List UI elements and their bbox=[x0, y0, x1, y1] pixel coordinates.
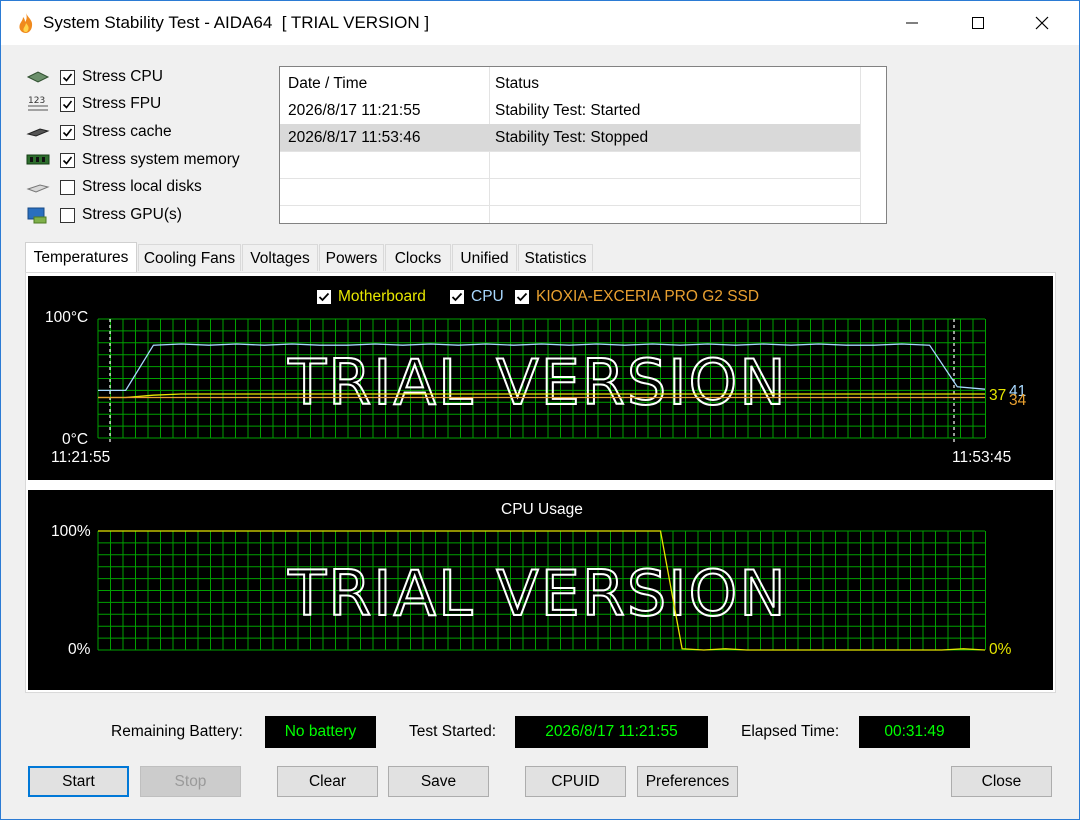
cpu-icon bbox=[25, 67, 51, 87]
stress-cpu-option[interactable]: Stress CPU bbox=[25, 64, 163, 90]
battery-label: Remaining Battery: bbox=[111, 723, 243, 740]
usage-end-value: 0% bbox=[989, 641, 1012, 658]
column-header-status[interactable]: Status bbox=[495, 67, 539, 97]
test-started-label: Test Started: bbox=[409, 723, 497, 740]
preferences-button[interactable]: Preferences bbox=[637, 766, 738, 797]
cache-icon bbox=[25, 122, 51, 142]
battery-value: No battery bbox=[265, 716, 376, 748]
stress-cpu-checkbox[interactable] bbox=[60, 69, 75, 85]
tab-unified[interactable]: Unified bbox=[452, 244, 517, 271]
disk-icon bbox=[25, 177, 51, 197]
save-button[interactable]: Save bbox=[388, 766, 489, 797]
event-log-list[interactable]: Date / Time Status 2026/8/17 11:21:55 St… bbox=[279, 66, 887, 224]
stress-fpu-option[interactable]: 123 Stress FPU bbox=[25, 91, 161, 117]
cpuid-button[interactable]: CPUID bbox=[525, 766, 626, 797]
tab-clocks[interactable]: Clocks bbox=[385, 244, 451, 271]
tab-powers[interactable]: Powers bbox=[319, 244, 384, 271]
clear-button[interactable]: Clear bbox=[277, 766, 378, 797]
log-datetime: 2026/8/17 11:53:46 bbox=[288, 129, 421, 146]
minimize-icon bbox=[906, 22, 918, 24]
maximize-button[interactable] bbox=[955, 1, 1001, 45]
window-title: System Stability Test - AIDA64 [ TRIAL V… bbox=[43, 13, 430, 32]
memory-icon bbox=[25, 150, 51, 170]
close-button[interactable]: Close bbox=[951, 766, 1052, 797]
cpu-usage-plot: TRIAL VERSION bbox=[97, 530, 986, 651]
stress-disks-option[interactable]: Stress local disks bbox=[25, 174, 202, 200]
stress-gpu-checkbox[interactable] bbox=[60, 207, 75, 223]
ssd-end-value: 34 bbox=[1009, 392, 1027, 409]
trial-version-watermark: TRIAL VERSION bbox=[287, 557, 787, 630]
tab-temperatures[interactable]: Temperatures bbox=[25, 242, 137, 272]
tab-statistics[interactable]: Statistics bbox=[518, 244, 593, 271]
log-row[interactable]: 2026/8/17 11:21:55 Stability Test: Start… bbox=[280, 97, 860, 124]
trial-version-watermark: TRIAL VERSION bbox=[287, 346, 787, 419]
close-icon bbox=[1035, 16, 1049, 30]
flame-icon bbox=[19, 13, 33, 33]
tab-cooling-fans[interactable]: Cooling Fans bbox=[138, 244, 241, 271]
stress-cpu-label: Stress CPU bbox=[82, 68, 163, 85]
stress-fpu-label: Stress FPU bbox=[82, 95, 162, 112]
log-datetime: 2026/8/17 11:21:55 bbox=[288, 102, 421, 119]
start-button[interactable]: Start bbox=[28, 766, 129, 797]
elapsed-time-label: Elapsed Time: bbox=[741, 723, 840, 740]
stress-gpu-option[interactable]: Stress GPU(s) bbox=[25, 202, 182, 228]
log-row-selected[interactable]: 2026/8/17 11:53:46 Stability Test: Stopp… bbox=[280, 124, 860, 151]
stress-fpu-checkbox[interactable] bbox=[60, 96, 75, 112]
stress-memory-option[interactable]: Stress system memory bbox=[25, 147, 240, 173]
minimize-button[interactable] bbox=[889, 1, 935, 45]
svg-text:123: 123 bbox=[28, 96, 45, 106]
close-window-button[interactable] bbox=[1019, 1, 1065, 45]
stress-cache-checkbox[interactable] bbox=[60, 124, 75, 140]
fpu-123-icon: 123 bbox=[25, 94, 51, 114]
stress-cache-option[interactable]: Stress cache bbox=[25, 119, 172, 145]
stress-disks-checkbox[interactable] bbox=[60, 179, 75, 195]
test-started-value: 2026/8/17 11:21:55 bbox=[515, 716, 708, 748]
stress-memory-label: Stress system memory bbox=[82, 151, 240, 168]
elapsed-time-value: 00:31:49 bbox=[859, 716, 970, 748]
stress-disks-label: Stress local disks bbox=[82, 178, 202, 195]
temperature-plot: TRIAL VERSION bbox=[97, 318, 986, 444]
cpu-usage-chart: CPU Usage 100% 0% TRIAL VERSION 0% bbox=[28, 490, 1053, 690]
stop-button[interactable]: Stop bbox=[140, 766, 241, 797]
motherboard-end-value: 37 bbox=[989, 387, 1007, 404]
stress-memory-checkbox[interactable] bbox=[60, 152, 75, 168]
tab-voltages[interactable]: Voltages bbox=[242, 244, 318, 271]
stress-gpu-label: Stress GPU(s) bbox=[82, 206, 182, 223]
log-status: Stability Test: Started bbox=[495, 102, 641, 119]
column-header-datetime[interactable]: Date / Time bbox=[288, 67, 367, 97]
title-bar: System Stability Test - AIDA64 [ TRIAL V… bbox=[1, 1, 1079, 45]
log-status: Stability Test: Stopped bbox=[495, 129, 649, 146]
temperature-chart: Motherboard CPU KIOXIA-EXCERIA PRO G2 SS… bbox=[28, 276, 1053, 480]
gpu-icon bbox=[25, 205, 51, 225]
maximize-icon bbox=[972, 17, 984, 29]
stability-test-window: System Stability Test - AIDA64 [ TRIAL V… bbox=[0, 0, 1080, 820]
stress-cache-label: Stress cache bbox=[82, 123, 172, 140]
